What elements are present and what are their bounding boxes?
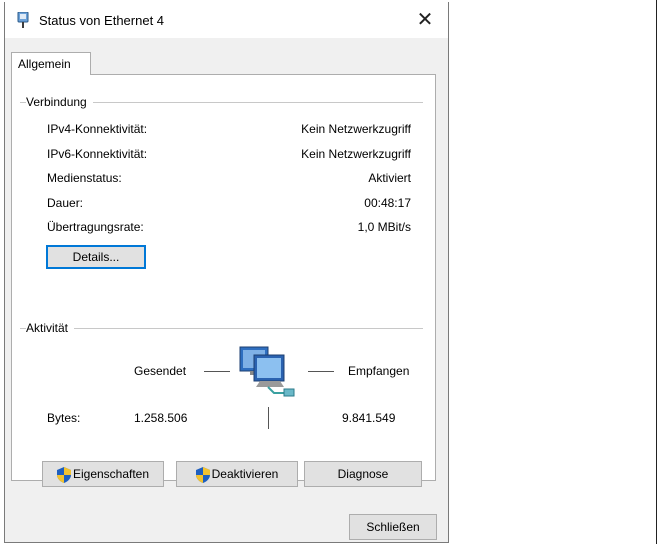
details-button[interactable]: Details... xyxy=(46,245,146,269)
disable-label: Deaktivieren xyxy=(211,467,279,481)
duration-label: Dauer: xyxy=(47,196,84,210)
ipv4-value: Kein Netzwerkzugriff xyxy=(301,122,411,136)
shield-icon xyxy=(56,466,71,483)
shield-icon xyxy=(195,466,210,483)
ipv6-value: Kein Netzwerkzugriff xyxy=(301,147,411,161)
background-edge xyxy=(656,0,657,544)
sent-label: Gesendet xyxy=(134,364,187,378)
network-adapter-icon xyxy=(17,12,29,28)
ipv6-label: IPv6-Konnektivität: xyxy=(47,147,148,161)
dialog-client: Allgemein Verbindung IPv4-Konnektivität:… xyxy=(5,38,448,542)
received-line xyxy=(308,371,334,372)
close-button[interactable]: ✕ xyxy=(408,6,442,34)
bytes-received-value: 9.841.549 xyxy=(342,411,396,425)
general-panel: Verbindung IPv4-Konnektivität: Kein Netz… xyxy=(11,74,436,487)
ipv4-label: IPv4-Konnektivität: xyxy=(47,122,148,136)
title-bar: Status von Ethernet 4 ✕ xyxy=(5,2,448,38)
bytes-label: Bytes: xyxy=(47,411,81,425)
close-dialog-button[interactable]: Schließen xyxy=(349,514,437,540)
received-label: Empfangen xyxy=(348,364,410,378)
network-computers-icon xyxy=(239,346,295,397)
activity-heading: Aktivität xyxy=(26,321,75,335)
window-title: Status von Ethernet 4 xyxy=(39,13,165,28)
speed-value: 1,0 MBit/s xyxy=(357,220,411,234)
tab-label: Allgemein xyxy=(18,57,71,71)
activity-divider xyxy=(20,328,423,329)
duration-value: 00:48:17 xyxy=(364,196,411,210)
diagnose-button[interactable]: Diagnose xyxy=(304,461,422,487)
media-status-label: Medienstatus: xyxy=(47,171,122,185)
speed-label: Übertragungsrate: xyxy=(47,220,144,234)
activity-separator xyxy=(268,407,269,429)
properties-label: Eigenschaften xyxy=(72,467,150,481)
disable-button[interactable]: Deaktivieren xyxy=(176,461,298,487)
status-dialog: Status von Ethernet 4 ✕ Allgemein Verbin… xyxy=(4,2,449,543)
sent-line xyxy=(204,371,230,372)
tab-allgemein[interactable]: Allgemein xyxy=(11,52,91,75)
properties-button[interactable]: Eigenschaften xyxy=(42,461,164,487)
bytes-sent-value: 1.258.506 xyxy=(134,411,188,425)
media-status-value: Aktiviert xyxy=(368,171,411,185)
connection-heading: Verbindung xyxy=(26,95,93,109)
